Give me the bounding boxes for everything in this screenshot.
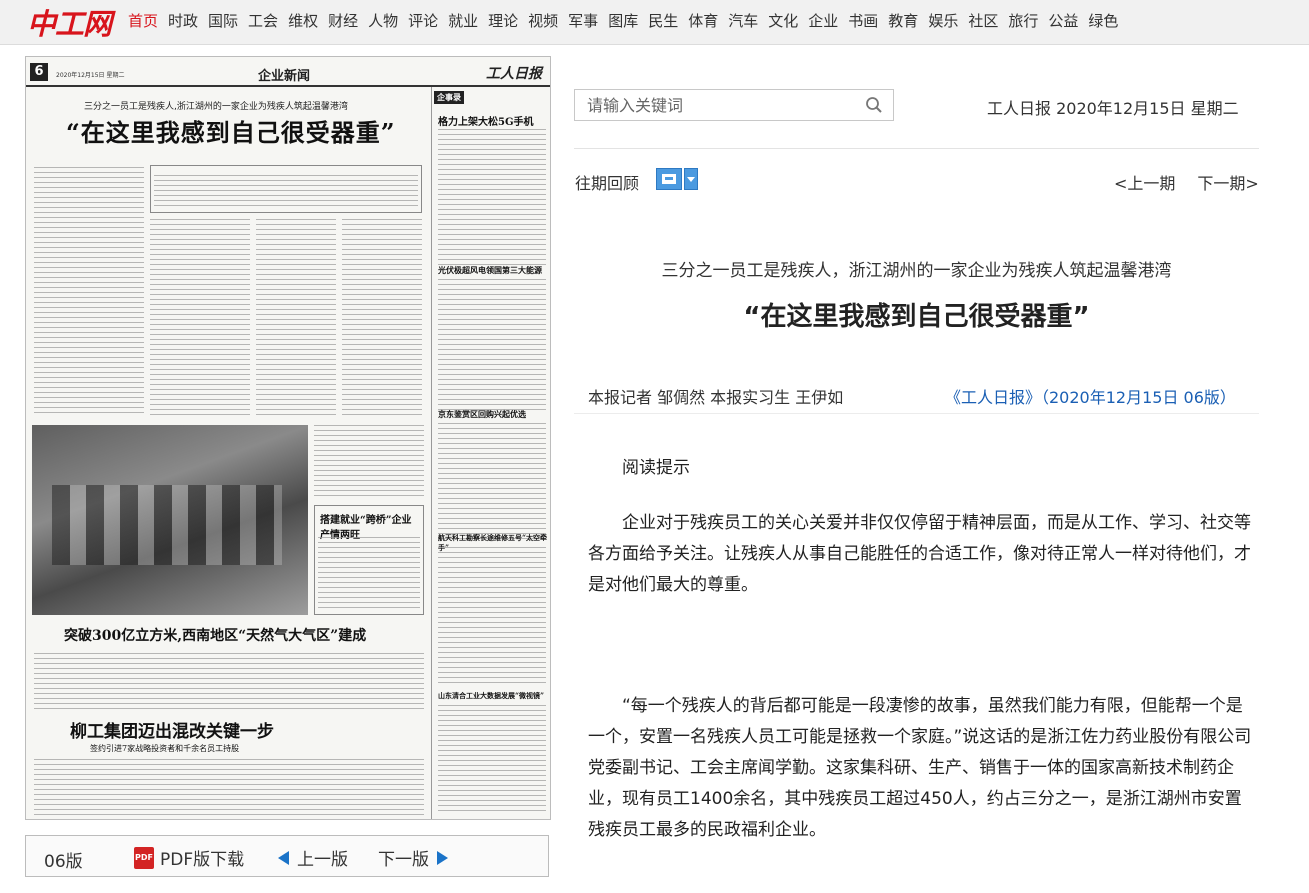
text-block <box>318 537 420 611</box>
calendar-icon <box>656 168 682 190</box>
next-page-label: 下一版 <box>378 850 429 870</box>
nav-item[interactable]: 理论 <box>488 10 518 31</box>
article-paragraph: 阅读提示 <box>622 458 690 478</box>
text-block <box>150 219 250 419</box>
right-story-title-2[interactable]: 光伏极超风电领国第三大能源 <box>438 265 542 276</box>
prev-issue-link[interactable]: <上一期 <box>1114 170 1175 194</box>
next-page-link[interactable]: 下一版 <box>378 845 448 870</box>
nav-item[interactable]: 书画 <box>848 10 878 31</box>
nav-item[interactable]: 评论 <box>408 10 438 31</box>
text-block <box>438 423 546 541</box>
right-news-column: 格力上架大松5G手机 光伏极超风电领国第三大能源 京东鉴赏区回购兴起优选 航天科… <box>431 87 550 819</box>
nav-item[interactable]: 军事 <box>568 10 598 31</box>
newspaper-page-image[interactable]: 6 2020年12月15日 星期二 企业新闻 工人日报 三分之一员工是残疾人,浙… <box>25 56 551 820</box>
nav-item[interactable]: 人物 <box>368 10 398 31</box>
article-subtitle: 三分之一员工是残疾人，浙江湖州的一家企业为残疾人筑起温馨港湾 <box>661 261 1172 281</box>
pdf-download-label: PDF版下载 <box>160 850 245 870</box>
text-block <box>256 219 336 419</box>
nav-item[interactable]: 图库 <box>608 10 638 31</box>
nav-item[interactable]: 教育 <box>888 10 918 31</box>
newspaper-header: 6 2020年12月15日 星期二 企业新闻 工人日报 <box>26 57 550 87</box>
bottom-story-title[interactable]: 柳工集团迈出混改关键一步 <box>70 717 274 742</box>
text-block <box>438 547 546 687</box>
page-pager: 06版 PDF PDF版下载 上一版 下一版 <box>25 835 549 877</box>
nav-item[interactable]: 公益 <box>1048 10 1078 31</box>
text-block <box>154 175 418 209</box>
nav-item[interactable]: 维权 <box>288 10 318 31</box>
article-source-link[interactable]: 《工人日报》（2020年12月15日 06版） <box>945 384 1236 408</box>
prev-page-link[interactable]: 上一版 <box>278 845 348 870</box>
nav-item[interactable]: 工会 <box>248 10 278 31</box>
nav-item[interactable]: 时政 <box>168 10 198 31</box>
current-page-label: 06版 <box>44 852 83 872</box>
text-block <box>438 705 546 815</box>
nav-item[interactable]: 汽车 <box>728 10 758 31</box>
article-paragraph: “每一个残疾人的背后都可能是一段凄惨的故事，虽然我们能力有限，但能帮一个是一个，… <box>588 696 1252 840</box>
article-byline: 本报记者 邹倜然 本报实习生 王伊如 <box>588 388 844 407</box>
nav-item[interactable]: 社区 <box>968 10 998 31</box>
top-nav-bar: 中工网 首页 时政 国际 工会 维权 财经 人物 评论 就业 理论 视频 军事 图库 民生 体育 汽车 文化 企业… <box>0 0 1309 45</box>
newspaper-section: 企业新闻 <box>258 69 311 84</box>
newspaper-brand: 工人日报 <box>486 66 542 82</box>
news-photo[interactable] <box>32 425 308 615</box>
pdf-download-link[interactable]: PDF PDF版下载 <box>134 845 244 870</box>
next-issue-link[interactable]: 下一期> <box>1197 170 1258 194</box>
text-block <box>342 219 422 419</box>
text-block <box>314 425 424 499</box>
right-story-title-5[interactable]: 山东清合工业大数据发展“微视镜” <box>438 691 544 701</box>
bottom-story-subtitle: 签约引进7家战略投资者和千余名员工持股 <box>90 744 240 753</box>
issue-date: 工人日报 2020年12月15日 星期二 <box>987 99 1239 118</box>
nav-item[interactable]: 娱乐 <box>928 10 958 31</box>
site-logo-text: 中工网 <box>27 7 112 41</box>
nav-item[interactable]: 首页 <box>128 10 158 31</box>
nav-item[interactable]: 绿色 <box>1088 10 1118 31</box>
text-block <box>34 759 424 817</box>
search-icon[interactable] <box>865 96 883 114</box>
text-block <box>34 167 144 417</box>
nav-item[interactable]: 企业 <box>808 10 838 31</box>
calendar-picker-button[interactable] <box>656 168 699 190</box>
main-nav: 首页 时政 国际 工会 维权 财经 人物 评论 就业 理论 视频 军事 图库 民生 体育 汽车 文化 企业 书画 教育… <box>128 10 1128 31</box>
newspaper-subheadline[interactable]: 三分之一员工是残疾人,浙江湖州的一家企业为残疾人筑起温馨港湾 <box>84 99 348 112</box>
nav-item[interactable]: 国际 <box>208 10 238 31</box>
search-input[interactable] <box>575 90 855 120</box>
prev-page-label: 上一版 <box>297 850 348 870</box>
newspaper-headline[interactable]: “在这里我感到自己很受器重” <box>66 113 396 148</box>
nav-item[interactable]: 文化 <box>768 10 798 31</box>
text-block <box>438 129 546 269</box>
text-block <box>438 279 546 413</box>
divider <box>574 148 1259 149</box>
nav-item[interactable]: 视频 <box>528 10 558 31</box>
triangle-left-icon <box>278 850 289 865</box>
nav-item[interactable]: 旅行 <box>1008 10 1038 31</box>
right-story-title-3[interactable]: 京东鉴赏区回购兴起优选 <box>438 409 526 420</box>
triangle-right-icon <box>437 850 448 865</box>
chevron-down-icon <box>684 168 698 190</box>
newspaper-date: 2020年12月15日 星期二 <box>56 72 125 79</box>
newspaper-page-number: 6 <box>30 63 48 81</box>
right-story-title-1[interactable]: 格力上架大松5G手机 <box>438 113 534 128</box>
pdf-icon: PDF <box>134 846 154 869</box>
nav-item[interactable]: 就业 <box>448 10 478 31</box>
divider <box>574 413 1259 414</box>
nav-item[interactable]: 财经 <box>328 10 358 31</box>
history-label: 往期回顾 <box>575 174 640 193</box>
nav-item[interactable]: 体育 <box>688 10 718 31</box>
nav-item[interactable]: 民生 <box>648 10 678 31</box>
text-block <box>34 653 424 711</box>
big-story-title[interactable]: 突破300亿立方米,西南地区“天然气大气区”建成 <box>64 625 366 645</box>
issue-nav: <上一期 下一期> <box>1114 170 1259 194</box>
article-paragraph: 企业对于残疾员工的关心关爱并非仅仅停留于精神层面，而是从工作、学习、社交等各方面… <box>588 513 1251 595</box>
article-title: “在这里我感到自己很受器重” <box>743 302 1090 332</box>
site-logo[interactable]: 中工网 <box>27 3 112 41</box>
search-box <box>574 89 894 121</box>
